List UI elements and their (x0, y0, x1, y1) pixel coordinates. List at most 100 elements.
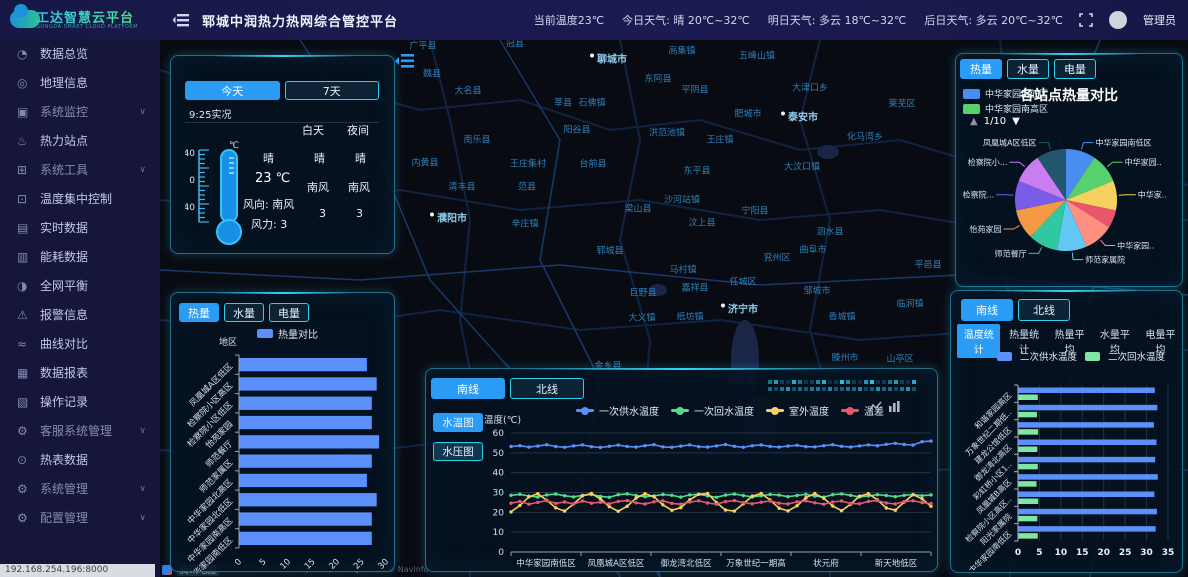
sidebar-item-15[interactable]: ⚙系统管理∨ (0, 475, 160, 504)
weather-now-temp: 23 ℃ (255, 171, 290, 186)
sidebar-item-2[interactable]: ▣系统监控∨ (0, 98, 160, 127)
map-town-label: 王庄镇 (706, 133, 733, 146)
map-town-label: 化马湾乡 (847, 130, 883, 143)
map-town-label: 内黄县 (411, 156, 438, 169)
weather-wind-power: 风力: 3 (251, 216, 287, 232)
svg-text:20: 20 (327, 557, 342, 571)
sidebar-item-5[interactable]: ⊡温度集中控制 (0, 185, 160, 214)
map-town-label: 大津口乡 (792, 81, 828, 94)
legend-marker (671, 409, 689, 412)
map-town-label: 平阴县 (681, 83, 708, 96)
sidebar-item-0[interactable]: ◔数据总览 (0, 40, 160, 69)
page-up-icon[interactable]: ▲ (970, 116, 978, 127)
map-town-label: 大义镇 (628, 311, 655, 324)
station-heat-tab-0[interactable]: 热量 (179, 303, 219, 322)
map-town-label: 冠县 (506, 40, 524, 50)
curve-icon: ≈ (17, 330, 27, 359)
map-town-label: 高集镇 (668, 44, 695, 57)
station-compare-pie-panel: 热量水量电量 各站点热量对比 中华家园南低区 中华家园南高区 ▲ 1/10 ▼ … (955, 53, 1183, 287)
svg-text:师范家属院: 师范家属院 (1085, 255, 1125, 265)
map-town-label: 东阿县 (644, 72, 671, 85)
menu-fold-icon[interactable] (172, 11, 190, 29)
weather-tab-1[interactable]: 7天 (285, 81, 380, 100)
svg-text:0: 0 (189, 176, 195, 186)
sidebar-item-9[interactable]: ⚠报警信息 (0, 301, 160, 330)
sidebar-item-7[interactable]: ▥能耗数据 (0, 243, 160, 272)
sidebar-item-13[interactable]: ⚙客服系统管理∨ (0, 417, 160, 446)
sidebar-item-label: 配置管理 (40, 511, 88, 525)
map-town-label: 临涧镇 (896, 297, 923, 310)
pie-legend-item: 中华家园南高区 (963, 102, 1048, 115)
legend-marker (841, 409, 859, 412)
legend-item[interactable]: 一次回水温度 (671, 403, 754, 418)
line-chart-type-icon[interactable] (869, 400, 882, 413)
sidebar-item-label: 曲线对比 (40, 337, 88, 351)
pie-tab-1[interactable]: 水量 (1007, 59, 1049, 79)
sidebar-item-8[interactable]: ◑全网平衡 (0, 272, 160, 301)
user-avatar[interactable] (1109, 11, 1127, 29)
page-indicator: 1/10 (984, 116, 1006, 127)
svg-text:10: 10 (278, 557, 293, 571)
svg-text:凤凰城A区低区: 凤凰城A区低区 (983, 138, 1036, 148)
thermostat-icon: ⊡ (17, 185, 27, 214)
map-town-label: 纸坊镇 (676, 310, 703, 323)
map-town-label: 兖州区 (763, 251, 790, 264)
sidebar-item-16[interactable]: ⚙配置管理∨ (0, 504, 160, 533)
sidebar-item-3[interactable]: ♨热力站点 (0, 127, 160, 156)
map-town-label: 南乐县 (463, 133, 490, 146)
map-town-label: 曲阜市 (799, 243, 826, 256)
thermometer-graphic: 400-40℃ (185, 140, 259, 250)
pie-legend-item: 中华家园南低区 (963, 87, 1048, 100)
line-tab-1[interactable]: 北线 (510, 378, 584, 399)
sidebar-item-6[interactable]: ▤实时数据 (0, 214, 160, 243)
weather-night-condition: 晴 (355, 150, 366, 166)
svg-text:25: 25 (1119, 548, 1132, 558)
line-stats-tab-0[interactable]: 南线 (961, 299, 1013, 321)
chevron-down-icon: ∨ (139, 504, 146, 533)
legend-item[interactable]: 室外温度 (766, 403, 829, 418)
svg-text:10: 10 (493, 528, 505, 538)
history-icon: ▧ (17, 388, 28, 417)
weather-now-condition: 晴 (263, 150, 274, 166)
line-stats-tab-1[interactable]: 北线 (1018, 299, 1070, 321)
sidebar-item-14[interactable]: ⊙热表数据 (0, 446, 160, 475)
weather-col-day: 白天 (302, 122, 324, 138)
svg-text:-40: -40 (185, 203, 195, 213)
svg-text:60: 60 (493, 429, 505, 439)
sidebar-item-12[interactable]: ▧操作记录 (0, 388, 160, 417)
station-heat-tab-1[interactable]: 水量 (224, 303, 264, 322)
svg-text:中华家..: 中华家.. (1138, 190, 1167, 200)
line-tab-0[interactable]: 南线 (431, 378, 505, 399)
svg-text:30: 30 (1140, 548, 1153, 558)
svg-text:中华家园南低区: 中华家园南低区 (1096, 138, 1152, 148)
subtab-0[interactable]: 温度统计 (957, 324, 1000, 358)
map-town-label: 嘉祥县 (681, 281, 708, 294)
map-town-label: 广平县 (409, 40, 436, 52)
chevron-down-icon: ∨ (139, 98, 146, 127)
sidebar-item-10[interactable]: ≈ 曲线对比 (0, 330, 160, 359)
map-town-label: 汶上县 (688, 216, 715, 229)
svg-text:温度(℃): 温度(℃) (484, 414, 521, 426)
svg-text:30: 30 (493, 489, 505, 499)
svg-text:20: 20 (493, 508, 505, 518)
weather-info-item: 明日天气: 多云 18℃~32℃ (768, 12, 907, 28)
fullscreen-icon[interactable] (1079, 13, 1093, 27)
weather-tab-0[interactable]: 今天 (185, 81, 280, 100)
bar-chart-type-icon[interactable] (888, 400, 901, 413)
chevron-down-icon: ∨ (139, 156, 146, 185)
map-town-label: 范县 (518, 180, 536, 193)
station-heat-tab-2[interactable]: 电量 (269, 303, 309, 322)
legend-marker (576, 409, 594, 412)
sidebar-item-1[interactable]: ◎地理信息 (0, 69, 160, 98)
map-town-label: 平邑县 (914, 258, 941, 271)
sidebar-item-4[interactable]: ⊞系统工具∨ (0, 156, 160, 185)
chevron-down-icon: ∨ (139, 475, 146, 504)
pie-tab-0[interactable]: 热量 (960, 59, 1002, 79)
map-collapse-icon[interactable] (395, 52, 415, 70)
page-down-icon[interactable]: ▼ (1012, 116, 1020, 127)
legend-item[interactable]: 一次供水温度 (576, 403, 659, 418)
pie-tab-2[interactable]: 电量 (1054, 59, 1096, 79)
map-town-label: 巨野县 (629, 286, 656, 299)
sidebar-item-11[interactable]: ▦数据报表 (0, 359, 160, 388)
energy-icon: ▥ (17, 243, 28, 272)
